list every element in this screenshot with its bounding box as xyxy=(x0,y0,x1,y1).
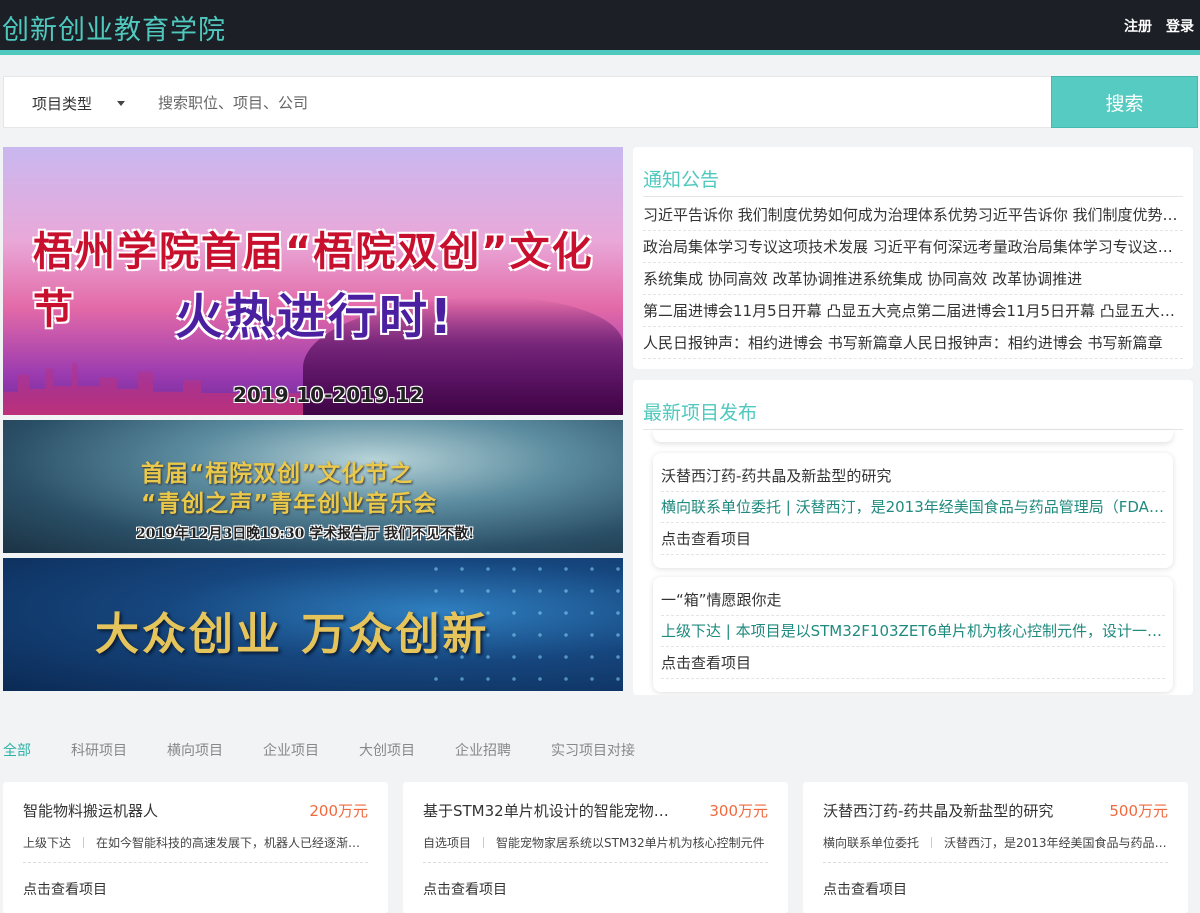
project-card[interactable]: 智能物料搬运机器人 200万元 上级下达 在如今智能科技的高速发展下，机器人已经逐… xyxy=(3,782,388,913)
banner-culture-festival[interactable]: 梧州学院首届“梧院双创”文化节 火热进行时! 2019.10-2019.12 xyxy=(3,147,623,415)
project-title: 沃替西汀药-药共晶及新盐型的研究 xyxy=(661,461,1165,492)
category-tabs: 全部 科研项目 横向项目 企业项目 大创项目 企业招聘 实习项目对接 xyxy=(3,740,675,760)
latest-project-card[interactable]: 一“箱”情愿跟你走 上级下达 | 本项目是以STM32F103ZET6单片机为核… xyxy=(653,577,1173,692)
project-description: 上级下达 | 本项目是以STM32F103ZET6单片机为核心控制元件，设计一款… xyxy=(661,616,1165,647)
project-price: 300万元 xyxy=(709,802,768,820)
tab-research[interactable]: 科研项目 xyxy=(71,740,127,760)
login-link[interactable]: 登录 xyxy=(1166,16,1194,36)
project-description: 在如今智能科技的高速发展下，机器人已经逐渐走进人们的生活 xyxy=(96,836,368,850)
project-price: 200万元 xyxy=(309,802,368,820)
divider xyxy=(823,862,1168,863)
banner-slogan: 大众创业 万众创新 xyxy=(95,609,490,660)
project-source: 上级下达 xyxy=(23,836,72,850)
tab-innovation[interactable]: 大创项目 xyxy=(359,740,415,760)
notice-item[interactable]: 人民日报钟声：相约进博会 书写新篇章人民日报钟声：相约进博会 书写新篇章 xyxy=(643,327,1183,359)
notice-list: 习近平告诉你 我们制度优势如何成为治理体系优势习近平告诉你 我们制度优势如何成为… xyxy=(643,199,1183,359)
project-card-edge xyxy=(653,430,1173,442)
latest-projects-panel: 最新项目发布 沃替西汀药-药共晶及新盐型的研究 横向联系单位委托 | 沃替西汀，… xyxy=(633,380,1193,695)
chevron-down-icon[interactable] xyxy=(117,101,125,106)
notice-item[interactable]: 政治局集体学习专议这项技术发展 习近平有何深远考量政治局集体学习专议这项技术发展 xyxy=(643,231,1183,263)
separator xyxy=(931,837,933,848)
project-description: 横向联系单位委托 | 沃替西汀，是2013年经美国食品与药品管理局（FDA）批准… xyxy=(661,492,1165,523)
tab-recruitment[interactable]: 企业招聘 xyxy=(455,740,511,760)
project-source: 自选项目 xyxy=(423,836,472,850)
view-project-link[interactable]: 点击查看项目 xyxy=(23,879,107,899)
search-bar: 项目类型 搜索 xyxy=(3,76,1198,128)
project-card[interactable]: 基于STM32单片机设计的智能宠物家居系统 300万元 自选项目 智能宠物家居系统… xyxy=(403,782,788,913)
banner-line: 2019年12月3日晚19:30 学术报告厅 我们不见不散! xyxy=(136,526,475,542)
tab-horizontal[interactable]: 横向项目 xyxy=(167,740,223,760)
site-logo[interactable]: 创新创业教育学院 xyxy=(2,8,226,47)
notice-item[interactable]: 第二届进博会11月5日开幕 凸显五大亮点第二届进博会11月5日开幕 凸显五大亮点 xyxy=(643,295,1183,327)
project-title: 智能物料搬运机器人 xyxy=(23,802,159,820)
project-title: 沃替西汀药-药共晶及新盐型的研究 xyxy=(823,802,1054,820)
search-input[interactable] xyxy=(158,87,1038,119)
divider xyxy=(643,196,1183,197)
banner-innovation[interactable]: 大众创业 万众创新 xyxy=(3,558,623,691)
project-meta: 上级下达 在如今智能科技的高速发展下，机器人已经逐渐走进人们的生活 xyxy=(23,834,368,851)
latest-title: 最新项目发布 xyxy=(643,402,758,424)
search-button[interactable]: 搜索 xyxy=(1051,76,1198,128)
latest-project-card[interactable]: 沃替西汀药-药共晶及新盐型的研究 横向联系单位委托 | 沃替西汀，是2013年经… xyxy=(653,453,1173,568)
project-type-select[interactable]: 项目类型 xyxy=(32,93,92,114)
project-price: 500万元 xyxy=(1109,802,1168,820)
project-description: 沃替西汀，是2013年经美国食品与药品管理局批准上市 xyxy=(944,836,1168,850)
view-project-link[interactable]: 点击查看项目 xyxy=(423,879,507,899)
project-meta: 横向联系单位委托 沃替西汀，是2013年经美国食品与药品管理局批准上市 xyxy=(823,834,1168,851)
tab-internship[interactable]: 实习项目对接 xyxy=(551,740,635,760)
top-header: 创新创业教育学院 注册 登录 xyxy=(0,0,1200,50)
project-card[interactable]: 沃替西汀药-药共晶及新盐型的研究 500万元 横向联系单位委托 沃替西汀，是201… xyxy=(803,782,1188,913)
notice-panel: 通知公告 习近平告诉你 我们制度优势如何成为治理体系优势习近平告诉你 我们制度优… xyxy=(633,147,1193,369)
notice-item[interactable]: 系统集成 协同高效 改革协调推进系统集成 协同高效 改革协调推进 xyxy=(643,263,1183,295)
project-meta: 自选项目 智能宠物家居系统以STM32单片机为核心控制元件 xyxy=(423,834,768,851)
view-project-link[interactable]: 点击查看项目 xyxy=(823,879,907,899)
auth-nav: 注册 登录 xyxy=(1124,16,1194,36)
banner-subtitle: 火热进行时! xyxy=(175,289,455,345)
tab-enterprise[interactable]: 企业项目 xyxy=(263,740,319,760)
tab-all[interactable]: 全部 xyxy=(3,740,31,760)
divider xyxy=(423,862,768,863)
separator xyxy=(83,837,85,848)
view-project-link[interactable]: 点击查看项目 xyxy=(661,524,1165,555)
notice-item[interactable]: 习近平告诉你 我们制度优势如何成为治理体系优势习近平告诉你 我们制度优势如何成为… xyxy=(643,199,1183,231)
separator xyxy=(483,837,485,848)
view-project-link[interactable]: 点击查看项目 xyxy=(661,648,1165,679)
banner-date: 2019.10-2019.12 xyxy=(233,383,424,407)
header-accent-line xyxy=(0,50,1200,55)
project-title: 一“箱”情愿跟你走 xyxy=(661,585,1165,616)
divider xyxy=(23,862,368,863)
project-title: 基于STM32单片机设计的智能宠物家居系统 xyxy=(423,802,683,820)
project-source: 横向联系单位委托 xyxy=(823,836,920,850)
project-description: 智能宠物家居系统以STM32单片机为核心控制元件 xyxy=(496,836,765,850)
banner-music-concert[interactable]: 首届“梧院双创”文化节之 “青创之声”青年创业音乐会 2019年12月3日晚19… xyxy=(3,420,623,553)
banner-line: “青创之声”青年创业音乐会 xyxy=(141,491,438,517)
banner-line: 首届“梧院双创”文化节之 xyxy=(141,461,414,487)
register-link[interactable]: 注册 xyxy=(1124,16,1152,36)
notice-title: 通知公告 xyxy=(643,169,720,191)
